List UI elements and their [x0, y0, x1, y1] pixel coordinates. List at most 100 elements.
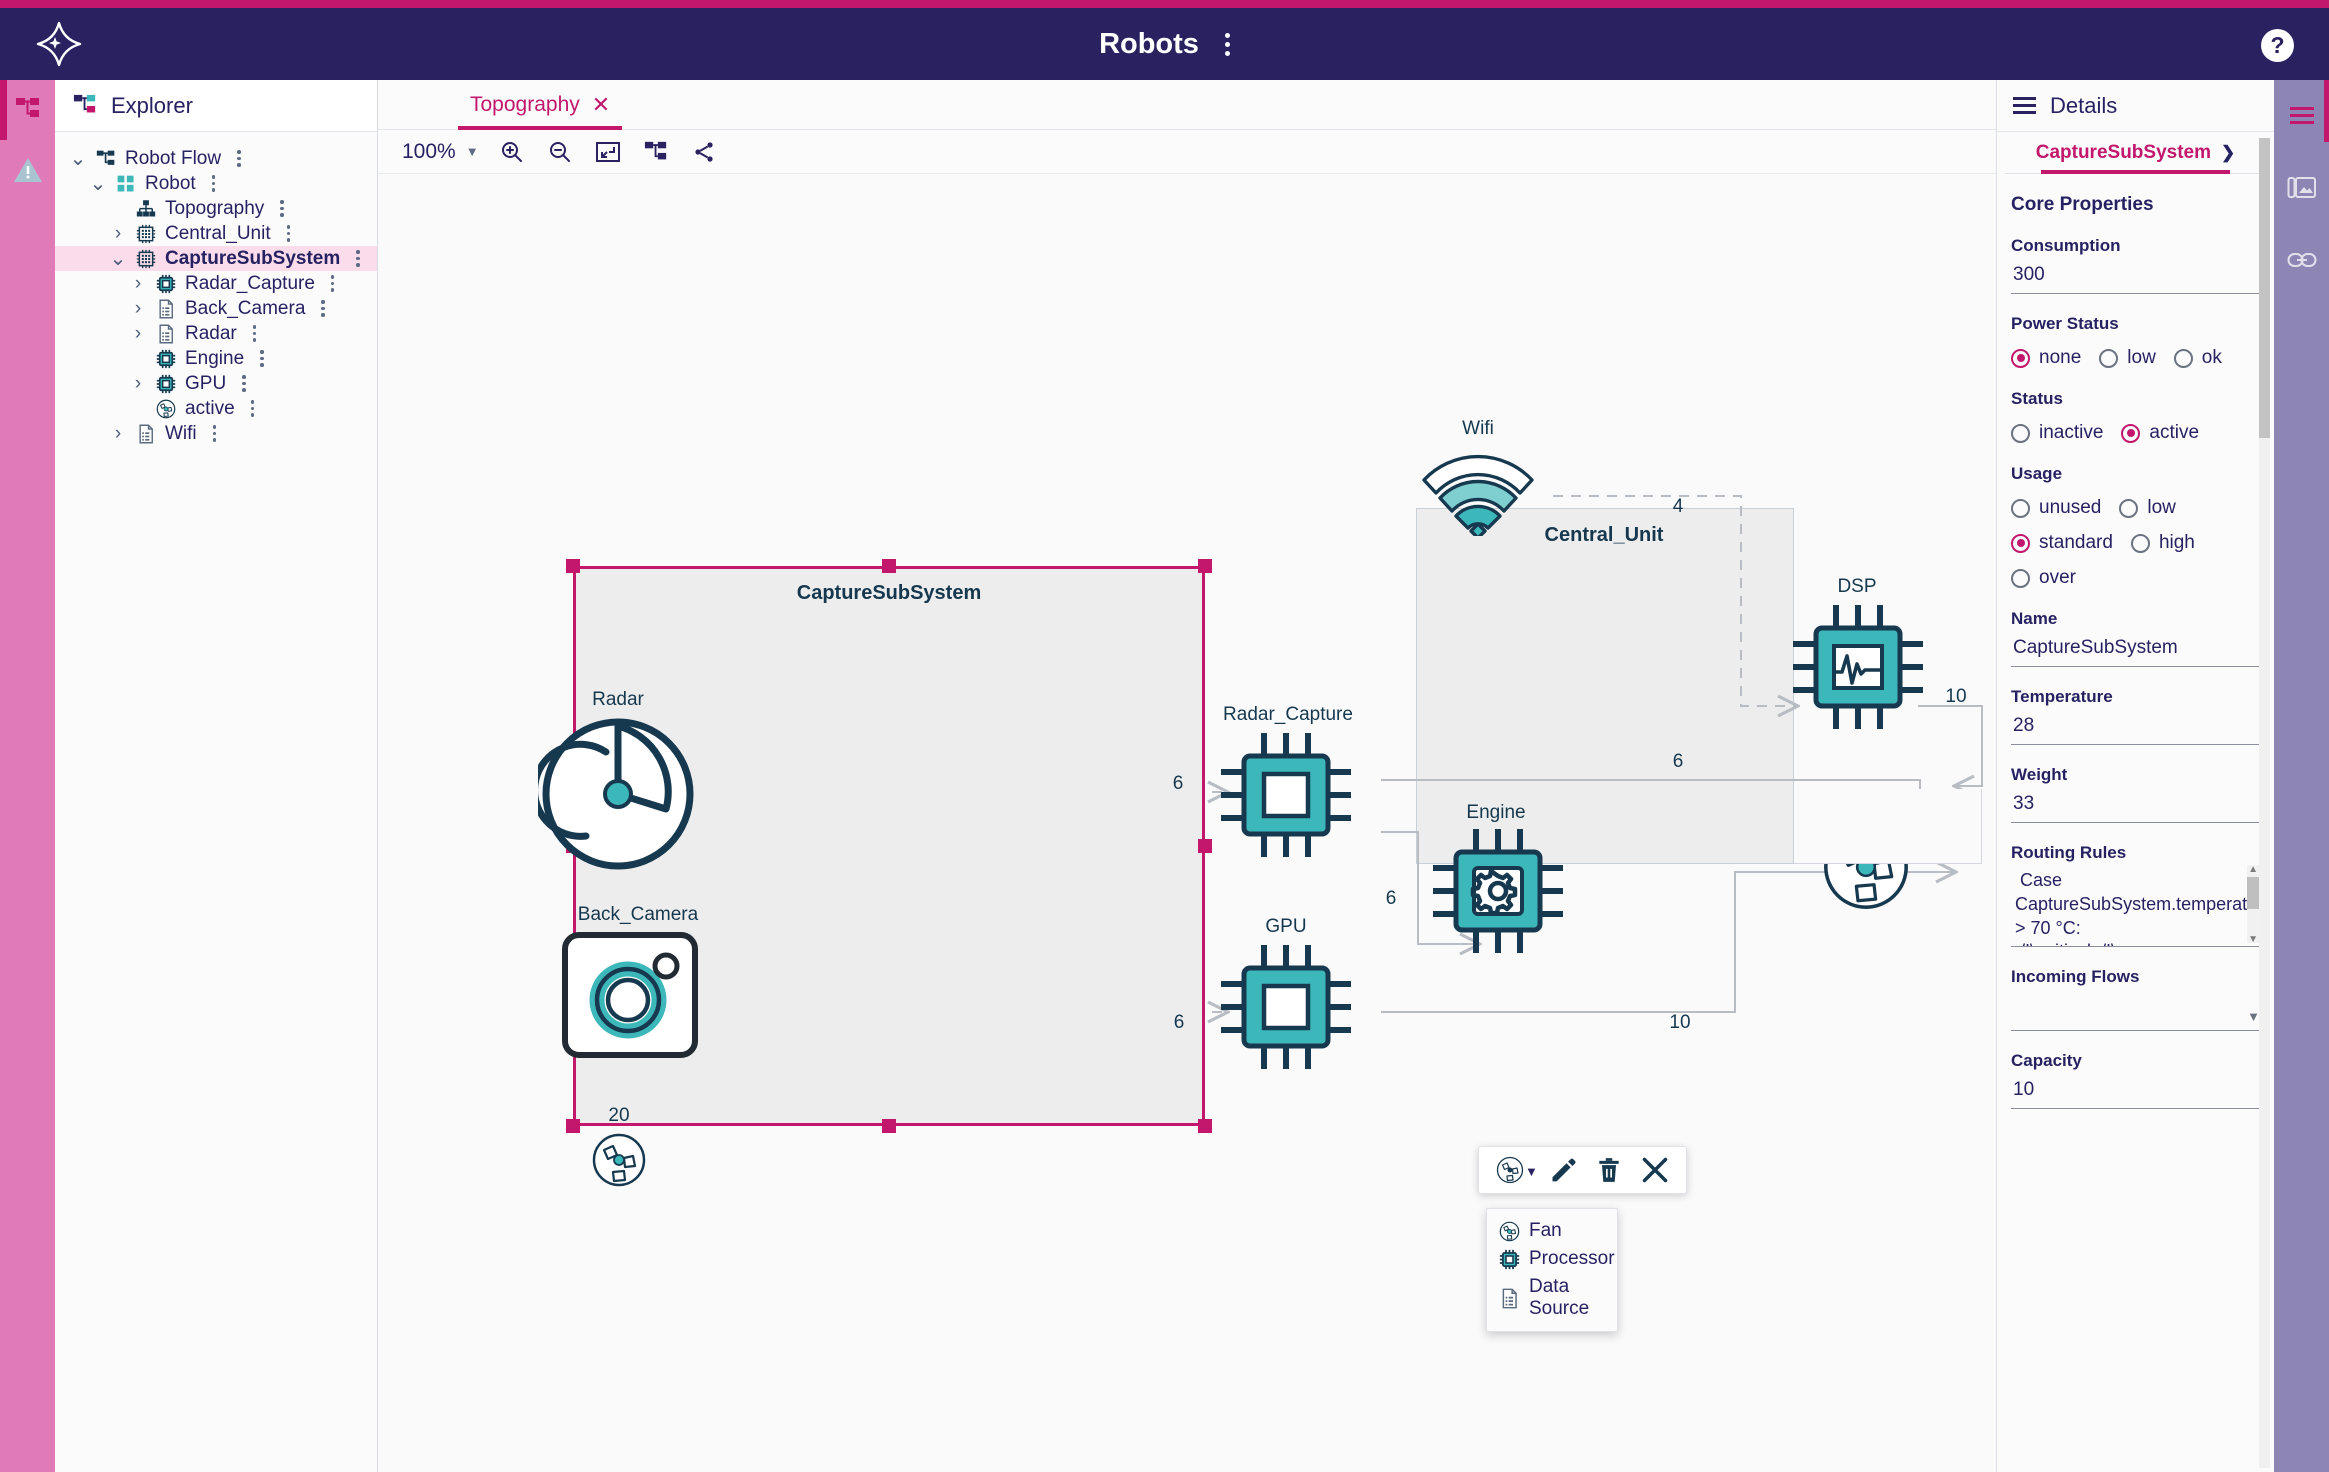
tree-item-kebab[interactable]	[253, 325, 257, 342]
resize-handle-tc[interactable]	[882, 559, 896, 573]
share-icon[interactable]	[689, 137, 719, 167]
node-radar-capture[interactable]	[1216, 730, 1356, 865]
trash-icon[interactable]	[1588, 1151, 1630, 1189]
tree-item-kebab[interactable]	[260, 350, 264, 367]
chevron-right-icon[interactable]: ›	[129, 273, 147, 295]
radio-status-active[interactable]: active	[2121, 422, 2199, 444]
tree-item-wifi[interactable]: ›Wifi	[55, 421, 377, 446]
tree-item-robot[interactable]: ⌄Robot	[55, 171, 377, 196]
node-radar[interactable]	[538, 714, 698, 879]
resize-handle-bl[interactable]	[566, 1119, 580, 1133]
radio-power-none[interactable]: none	[2011, 347, 2081, 369]
app-logo[interactable]	[0, 8, 118, 80]
radio-power-ok[interactable]: ok	[2174, 347, 2222, 369]
rrail-item-properties[interactable]	[2274, 80, 2329, 152]
caret-down-icon[interactable]: ▼	[1525, 1164, 1538, 1187]
tree-item-gpu[interactable]: ›GPU	[55, 371, 377, 396]
ctx-item-data-source[interactable]: Data Source	[1487, 1273, 1617, 1323]
node-dsp[interactable]	[1788, 602, 1928, 737]
element-float-toolbar: ▼	[1478, 1146, 1687, 1194]
input-weight[interactable]: 33	[2011, 785, 2260, 823]
tree-item-kebab[interactable]	[251, 400, 255, 417]
input-temperature[interactable]: 28	[2011, 707, 2260, 745]
tree-item-radar[interactable]: ›Radar	[55, 321, 377, 346]
close-icon[interactable]: ✕	[592, 94, 610, 116]
node-engine[interactable]	[1428, 826, 1568, 961]
scroll-up-icon[interactable]: ▲	[2248, 863, 2258, 876]
diagram-canvas[interactable]: Central_Unit	[378, 174, 1996, 1472]
resize-handle-mr[interactable]	[1198, 839, 1212, 853]
details-scrollbar-thumb[interactable]	[2259, 138, 2270, 438]
chevron-down-icon[interactable]: ⌄	[69, 146, 87, 171]
tree-item-kebab[interactable]	[287, 225, 291, 242]
radio-usage-standard[interactable]: standard	[2011, 532, 2113, 554]
layout-icon[interactable]	[641, 137, 671, 167]
tree-item-kebab[interactable]	[212, 175, 216, 192]
resize-handle-br[interactable]	[1198, 1119, 1212, 1133]
radio-status-inactive[interactable]: inactive	[2011, 422, 2103, 444]
chevron-right-icon[interactable]: ›	[129, 323, 147, 345]
tree-item-topography[interactable]: Topography	[55, 196, 377, 221]
radio-power-low[interactable]: low	[2099, 347, 2156, 369]
rail-item-problems[interactable]	[0, 140, 55, 200]
tree-item-icon	[154, 399, 178, 419]
chevron-right-icon[interactable]: ›	[109, 223, 127, 245]
node-wifi[interactable]	[1418, 446, 1538, 541]
radio-circle	[2119, 499, 2138, 518]
input-capacity[interactable]: 10	[2011, 1071, 2260, 1109]
radio-usage-unused[interactable]: unused	[2011, 497, 2101, 519]
chevron-down-icon[interactable]: ⌄	[89, 171, 107, 196]
input-consumption[interactable]: 300	[2011, 256, 2260, 294]
tree-item-kebab[interactable]	[321, 300, 325, 317]
chevron-right-icon[interactable]: ›	[109, 423, 127, 445]
resize-handle-tr[interactable]	[1198, 559, 1212, 573]
pencil-icon[interactable]	[1542, 1151, 1584, 1189]
input-routing-rules[interactable]: Case CaptureSubSystem.temperature > 70 °…	[2011, 863, 2260, 947]
radio-usage-low[interactable]: low	[2119, 497, 2176, 519]
tab-label: Topography	[470, 93, 580, 117]
tree-item-central-unit[interactable]: ›Central_Unit	[55, 221, 377, 246]
scroll-down-icon[interactable]: ▼	[2248, 933, 2258, 946]
input-name[interactable]: CaptureSubSystem	[2011, 629, 2260, 667]
details-tab[interactable]: CaptureSubSystem ❯	[2005, 132, 2266, 174]
tab-topography[interactable]: Topography ✕	[458, 80, 622, 130]
tree-item-radar-capture[interactable]: ›Radar_Capture	[55, 271, 377, 296]
help-icon[interactable]: ?	[2261, 29, 2294, 62]
rrail-item-gallery[interactable]	[2274, 152, 2329, 224]
node-fan-capture[interactable]	[591, 1132, 647, 1193]
tree-item-kebab[interactable]	[242, 375, 246, 392]
tree-item-kebab[interactable]	[237, 150, 241, 167]
chevron-right-icon[interactable]: ›	[129, 298, 147, 320]
rail-item-flow[interactable]	[0, 80, 55, 140]
select-incoming-flows[interactable]: ▼	[2011, 987, 2260, 1031]
tree-item-back-camera[interactable]: ›Back_Camera	[55, 296, 377, 321]
radio-usage-high[interactable]: high	[2131, 532, 2195, 554]
resize-handle-bc[interactable]	[882, 1119, 896, 1133]
tree-item-engine[interactable]: Engine	[55, 346, 377, 371]
ctx-item-fan[interactable]: Fan	[1487, 1217, 1617, 1245]
tree-item-kebab[interactable]	[356, 250, 360, 267]
tree-item-active[interactable]: active	[55, 396, 377, 421]
tree-item-capturesubsystem[interactable]: ⌄CaptureSubSystem	[55, 246, 377, 271]
title-kebab-menu[interactable]	[1225, 33, 1230, 56]
left-icon-rail	[0, 80, 55, 1472]
chevron-right-icon[interactable]: ›	[129, 373, 147, 395]
ctx-item-processor[interactable]: Processor	[1487, 1245, 1617, 1273]
tree-item-robot flow[interactable]: ⌄Robot Flow	[55, 146, 377, 171]
chevron-down-icon[interactable]: ⌄	[109, 246, 127, 271]
zoom-in-icon[interactable]	[497, 137, 527, 167]
fit-screen-icon[interactable]	[593, 137, 623, 167]
close-icon[interactable]	[1634, 1151, 1676, 1189]
node-gpu[interactable]	[1216, 942, 1356, 1077]
rrail-item-links[interactable]	[2274, 224, 2329, 296]
tree-item-kebab[interactable]	[331, 275, 335, 292]
node-back-camera[interactable]	[560, 930, 700, 1065]
chevron-right-icon[interactable]: ❯	[2221, 143, 2235, 163]
zoom-out-icon[interactable]	[545, 137, 575, 167]
radio-usage-over[interactable]: over	[2011, 567, 2076, 589]
chevron-down-icon[interactable]: ▼	[466, 144, 479, 159]
tree-item-kebab[interactable]	[280, 200, 284, 217]
burger-icon[interactable]	[2013, 97, 2036, 114]
tree-item-kebab[interactable]	[213, 425, 217, 442]
resize-handle-tl[interactable]	[566, 559, 580, 573]
